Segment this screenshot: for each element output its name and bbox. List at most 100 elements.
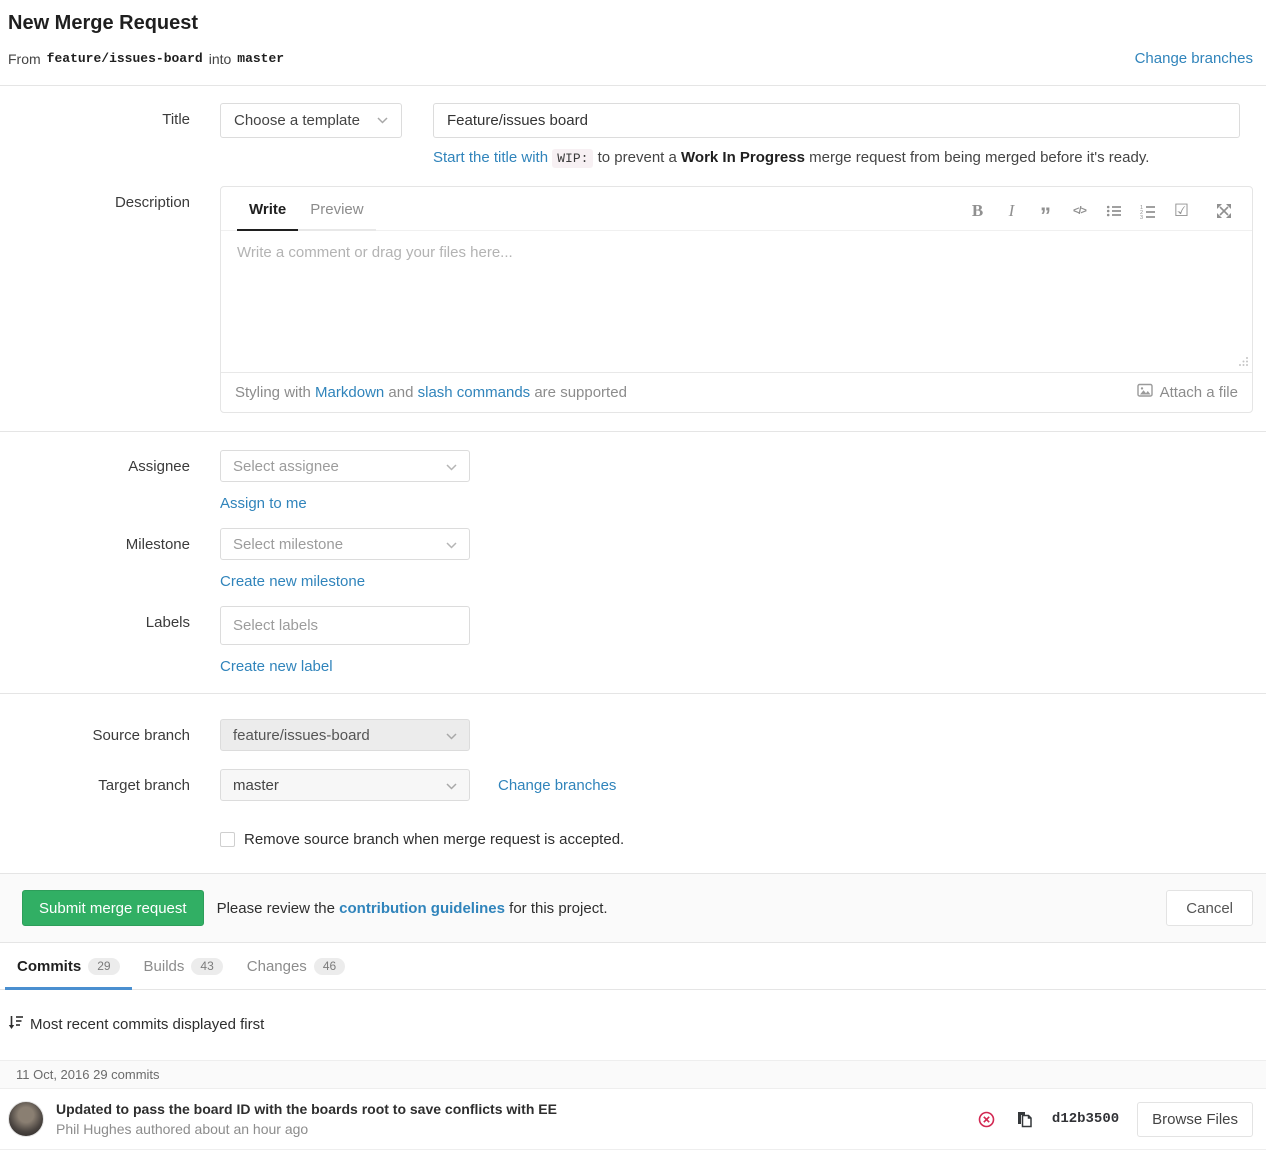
title-row: Title Choose a template (0, 103, 1266, 138)
numbered-list-icon[interactable]: 123 (1135, 200, 1160, 222)
slash-commands-link[interactable]: slash commands (418, 384, 531, 401)
review-note: Please review the contribution guideline… (217, 900, 608, 917)
tab-builds-label: Builds (144, 958, 185, 975)
assignee-dropdown[interactable]: Select assignee (220, 450, 470, 482)
remove-source-branch-label: Remove source branch when merge request … (244, 831, 624, 848)
sort-note: Most recent commits displayed first (8, 1014, 1266, 1034)
assign-to-me-link[interactable]: Assign to me (220, 495, 307, 512)
submit-bar: Submit merge request Please review the c… (0, 873, 1266, 943)
create-label-link[interactable]: Create new label (220, 658, 333, 675)
and-label: and (388, 384, 413, 401)
review-prefix: Please review the (217, 900, 335, 917)
submit-merge-request-button[interactable]: Submit merge request (22, 890, 204, 926)
assignee-label: Assignee (0, 450, 190, 475)
description-textarea[interactable] (221, 231, 1252, 369)
tab-builds-count: 43 (191, 958, 222, 975)
tab-builds[interactable]: Builds 43 (132, 943, 235, 990)
commit-sha[interactable]: d12b3500 (1052, 1111, 1119, 1127)
chevron-down-icon (446, 727, 457, 744)
tab-write[interactable]: Write (237, 187, 298, 231)
bold-icon[interactable]: B (965, 200, 990, 222)
tab-commits[interactable]: Commits 29 (5, 943, 132, 990)
milestone-dropdown[interactable]: Select milestone (220, 528, 470, 560)
styling-note: Styling with Markdown and slash commands… (235, 384, 627, 401)
change-branches-link-bottom[interactable]: Change branches (498, 777, 616, 794)
tab-preview[interactable]: Preview (298, 187, 375, 231)
target-branch-row: Target branch master Change branches (0, 769, 1266, 801)
source-branch-label: Source branch (0, 719, 190, 744)
labels-label: Labels (0, 606, 190, 631)
contribution-guidelines-link[interactable]: contribution guidelines (339, 900, 505, 917)
title-input[interactable] (433, 103, 1240, 138)
sort-order-icon (8, 1014, 23, 1034)
bullet-list-icon[interactable] (1101, 200, 1126, 222)
source-branch-row: Source branch feature/issues-board (0, 719, 1266, 751)
target-branch-dropdown[interactable]: master (220, 769, 470, 801)
remove-source-branch-checkbox[interactable] (220, 832, 235, 847)
change-branches-link[interactable]: Change branches (1135, 50, 1253, 67)
source-branch-dropdown[interactable]: feature/issues-board (220, 719, 470, 751)
create-milestone-link[interactable]: Create new milestone (220, 573, 365, 590)
supported-suffix: are supported (534, 384, 627, 401)
merge-request-header: New Merge Request From feature/issues-bo… (0, 0, 1266, 67)
markdown-editor: Write Preview B I ” </> 123 ☑ (220, 186, 1253, 413)
ci-failed-icon[interactable] (978, 1111, 995, 1128)
labels-input[interactable] (220, 606, 470, 645)
milestone-dropdown-label: Select milestone (233, 536, 343, 553)
wip-hint-rest: merge request from being merged before i… (809, 149, 1149, 166)
commit-meta: Phil Hughes authored about an hour ago (56, 1121, 557, 1137)
source-branch-name: feature/issues-board (47, 51, 203, 66)
avatar[interactable] (8, 1101, 44, 1137)
chevron-down-icon (446, 777, 457, 794)
quote-icon[interactable]: ” (1033, 200, 1058, 222)
wip-hint-bold: Work In Progress (681, 149, 805, 166)
description-label: Description (0, 186, 190, 211)
svg-text:3: 3 (1140, 215, 1143, 219)
target-branch-value: master (233, 777, 279, 794)
chevron-down-icon (446, 536, 457, 553)
code-icon[interactable]: </> (1067, 200, 1092, 222)
source-branch-value: feature/issues-board (233, 727, 370, 744)
fullscreen-icon[interactable] (1211, 200, 1236, 222)
chevron-down-icon (446, 458, 457, 475)
wip-hint-link[interactable]: Start the title with (433, 149, 548, 166)
assignee-dropdown-label: Select assignee (233, 458, 339, 475)
section-divider-1 (0, 431, 1266, 432)
template-dropdown[interactable]: Choose a template (220, 103, 402, 138)
target-branch-name: master (237, 51, 284, 66)
target-branch-label: Target branch (0, 769, 190, 794)
markdown-toolbar: B I ” </> 123 ☑ (965, 200, 1236, 230)
tab-commits-label: Commits (17, 958, 81, 975)
browse-files-button[interactable]: Browse Files (1137, 1102, 1253, 1137)
wip-code: WIP: (552, 149, 593, 168)
attach-file-label: Attach a file (1160, 384, 1238, 401)
commit-title[interactable]: Updated to pass the board ID with the bo… (56, 1101, 557, 1117)
description-row: Description Write Preview B I ” </> 123 … (0, 186, 1266, 413)
italic-icon[interactable]: I (999, 200, 1024, 222)
wip-hint: Start the title with WIP: to prevent a W… (433, 149, 1266, 166)
branch-summary: From feature/issues-board into master Ch… (8, 50, 1253, 67)
resize-handle[interactable] (1238, 354, 1249, 370)
commit-row: Updated to pass the board ID with the bo… (0, 1089, 1266, 1150)
markdown-link[interactable]: Markdown (315, 384, 384, 401)
title-label: Title (0, 103, 190, 128)
page-title: New Merge Request (8, 12, 1253, 35)
milestone-row: Milestone Select milestone Create new mi… (0, 528, 1266, 590)
copy-commit-sha-icon[interactable] (1017, 1111, 1032, 1128)
tab-changes-count: 46 (314, 958, 345, 975)
tab-changes-label: Changes (247, 958, 307, 975)
commit-date-header: 11 Oct, 2016 29 commits (0, 1060, 1266, 1089)
task-list-icon[interactable]: ☑ (1169, 200, 1194, 222)
milestone-label: Milestone (0, 528, 190, 553)
cancel-button[interactable]: Cancel (1166, 890, 1253, 926)
from-label: From (8, 51, 41, 67)
tab-changes[interactable]: Changes 46 (235, 943, 357, 990)
markdown-editor-footer: Styling with Markdown and slash commands… (221, 372, 1252, 412)
into-label: into (209, 51, 232, 67)
section-divider-2 (0, 693, 1266, 694)
tab-commits-count: 29 (88, 958, 119, 975)
header-divider (0, 85, 1266, 86)
attach-file-icon (1137, 383, 1153, 402)
attach-file-button[interactable]: Attach a file (1137, 383, 1238, 402)
mr-tabs: Commits 29 Builds 43 Changes 46 (0, 943, 1266, 990)
